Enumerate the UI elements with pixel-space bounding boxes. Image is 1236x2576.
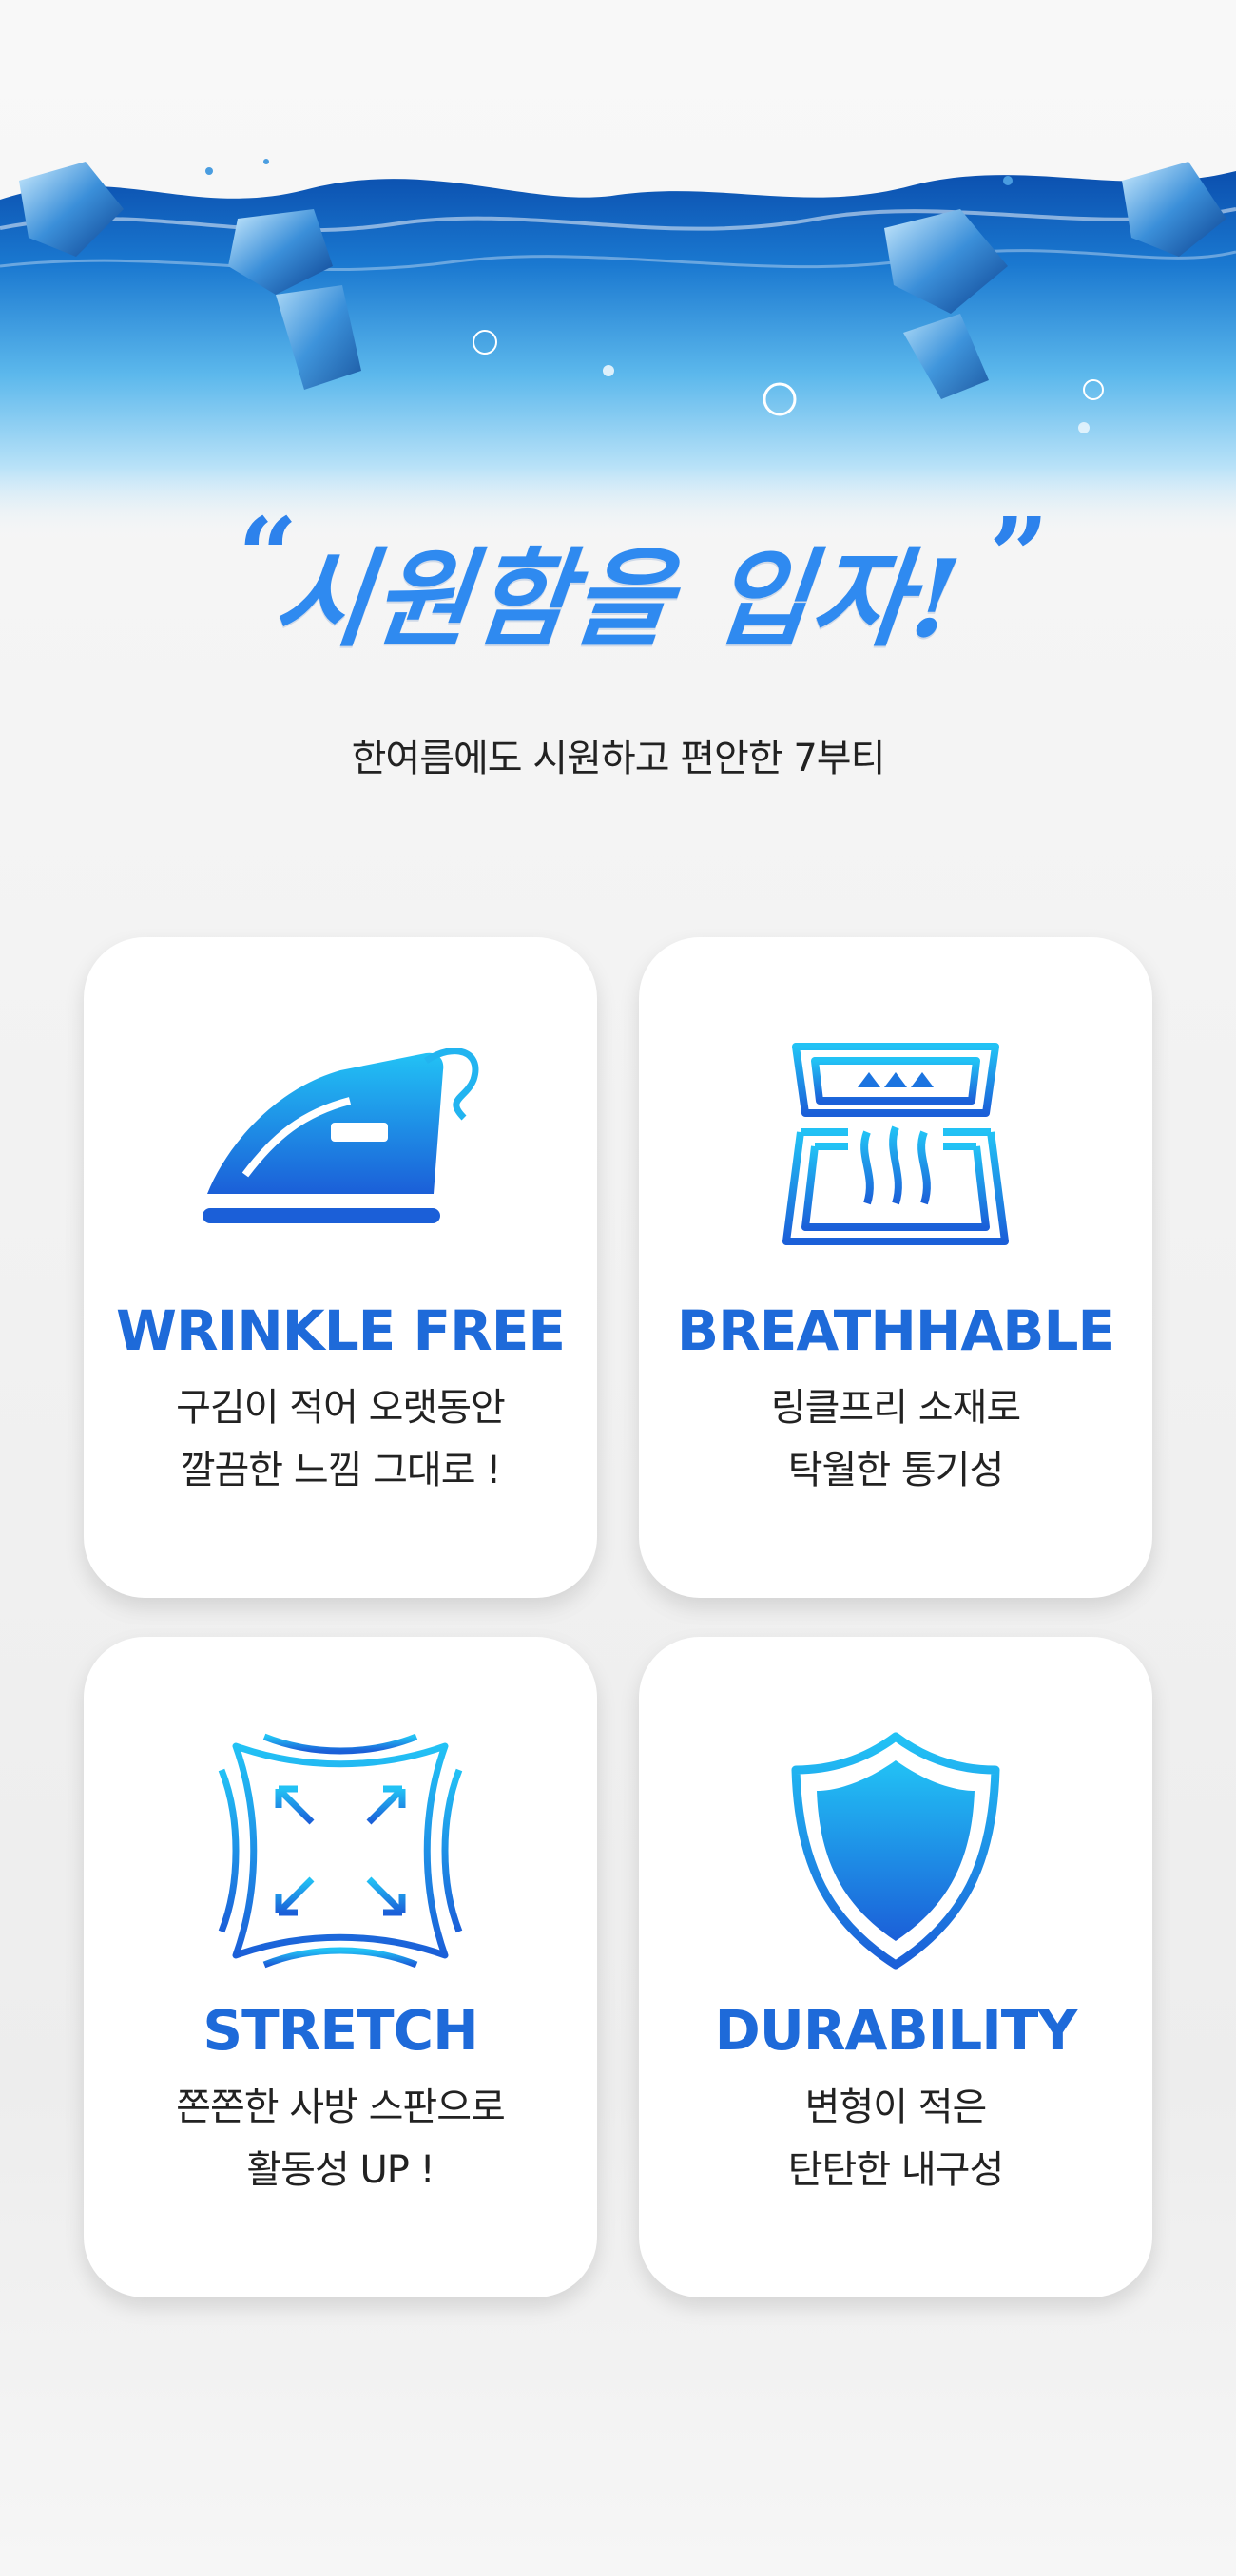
feature-title: DURABILITY bbox=[714, 1998, 1078, 2063]
feature-line-1: 쫀쫀한 사방 스판으로 bbox=[176, 2086, 506, 2129]
headline: “ 시원함을 입자! ” bbox=[0, 494, 1236, 667]
feature-line-1: 변형이 적은 bbox=[804, 2086, 988, 2129]
iron-icon bbox=[203, 1048, 479, 1223]
feature-description: 구김이 적어 오랫동안 깔끔한 느낌 그대로 ! bbox=[84, 1376, 597, 1502]
breathable-fabric-icon bbox=[782, 1043, 1009, 1245]
feature-card-stretch: STRETCH 쫀쫀한 사방 스판으로 활동성 UP ! bbox=[84, 1637, 597, 2297]
hero-subtitle: 한여름에도 시원하고 편안한 7부티 bbox=[351, 737, 886, 780]
feature-title: WRINKLE FREE bbox=[116, 1298, 566, 1363]
feature-card-durability: DURABILITY 변형이 적은 탄탄한 내구성 bbox=[639, 1637, 1152, 2297]
feature-description: 쫀쫀한 사방 스판으로 활동성 UP ! bbox=[84, 2076, 597, 2201]
close-quote: ” bbox=[989, 494, 1050, 617]
water-splash-image bbox=[0, 159, 1236, 542]
feature-line-2: 깔끔한 느낌 그대로 ! bbox=[180, 1449, 502, 1492]
feature-title: BREATHHABLE bbox=[676, 1298, 1115, 1363]
stretch-fabric-icon bbox=[218, 1733, 463, 1969]
feature-description: 변형이 적은 탄탄한 내구성 bbox=[639, 2076, 1152, 2201]
feature-line-2: 탁월한 통기성 bbox=[787, 1449, 1005, 1492]
shield-icon bbox=[791, 1732, 1000, 1970]
feature-line-1: 구김이 적어 오랫동안 bbox=[176, 1386, 506, 1430]
feature-card-breathable: BREATHHABLE 링클프리 소재로 탁월한 통기성 bbox=[639, 937, 1152, 1598]
feature-title: STRETCH bbox=[203, 1998, 478, 2063]
feature-description: 링클프리 소재로 탁월한 통기성 bbox=[639, 1376, 1152, 1502]
feature-line-2: 탄탄한 내구성 bbox=[787, 2148, 1005, 2192]
feature-card-wrinkle-free: WRINKLE FREE 구김이 적어 오랫동안 깔끔한 느낌 그대로 ! bbox=[84, 937, 597, 1598]
feature-line-2: 활동성 UP ! bbox=[246, 2148, 435, 2192]
feature-line-1: 링클프리 소재로 bbox=[770, 1386, 1021, 1430]
hero-title: 시원함을 입자! bbox=[266, 537, 968, 662]
